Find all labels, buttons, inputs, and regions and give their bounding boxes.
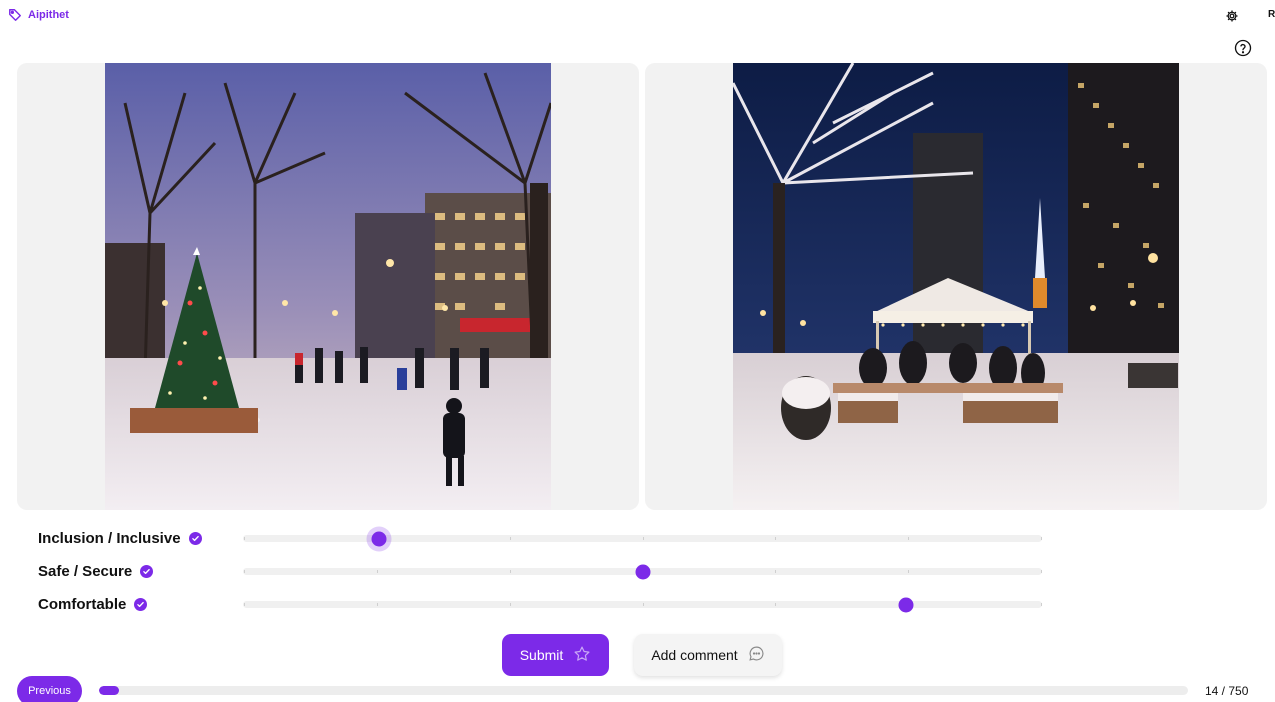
slider-tick [244, 603, 245, 606]
slider-tick [775, 603, 777, 606]
slider-comfortable[interactable] [243, 597, 1042, 612]
slider-tick [775, 570, 777, 573]
slider-tick [509, 570, 511, 573]
submit-label: Submit [519, 647, 564, 663]
submit-button[interactable]: Submit [502, 634, 609, 676]
criterion-comfortable: Comfortable [38, 596, 148, 613]
add-comment-label: Add comment [651, 647, 738, 663]
help-circle-icon[interactable] [1234, 39, 1252, 57]
slider-tick [908, 537, 910, 540]
slider-tick [509, 603, 511, 606]
brand-name: Aipithet [28, 9, 69, 21]
user-avatar-initial[interactable]: R [1268, 9, 1275, 20]
winter-plaza-tent-image [733, 63, 1179, 510]
slider-thumb[interactable] [635, 564, 650, 579]
winter-park-skating-image [105, 63, 551, 510]
slider-tick [642, 537, 644, 540]
slider-thumb[interactable] [898, 597, 914, 612]
check-circle-icon [134, 598, 148, 611]
tag-icon [8, 8, 22, 22]
image-option-left[interactable] [17, 63, 639, 510]
brand[interactable]: Aipithet [8, 8, 69, 22]
slider-thumb[interactable] [371, 531, 387, 546]
gear-icon[interactable] [1224, 8, 1240, 24]
slider-tick [244, 570, 245, 573]
slider-inclusion[interactable] [243, 531, 1042, 546]
slider-tick [376, 570, 378, 573]
slider-tick [775, 537, 777, 540]
check-circle-icon [188, 532, 202, 545]
annotation-page: Aipithet R Inclusion / Inclusive Safe / … [0, 0, 1275, 702]
slider-tick [509, 537, 511, 540]
comment-icon [748, 645, 765, 665]
slider-tick [642, 603, 644, 606]
check-circle-icon [140, 565, 154, 578]
progress-counter: 14 / 750 [1205, 684, 1249, 698]
slider-tick [376, 603, 378, 606]
slider-tick [1041, 570, 1042, 573]
criterion-label: Safe / Secure [38, 563, 133, 580]
slider-tick [1041, 537, 1042, 540]
criterion-inclusion: Inclusion / Inclusive [38, 530, 202, 547]
slider-tick [908, 570, 910, 573]
add-comment-button[interactable]: Add comment [634, 634, 782, 676]
star-icon [573, 645, 591, 666]
progress-bar [99, 686, 1188, 695]
progress-fill [99, 686, 120, 695]
slider-safe[interactable] [243, 564, 1042, 579]
criterion-label: Comfortable [38, 596, 127, 613]
previous-button[interactable]: Previous [17, 676, 82, 702]
slider-tick [1041, 603, 1042, 606]
image-option-right[interactable] [645, 63, 1267, 510]
criterion-label: Inclusion / Inclusive [38, 530, 181, 547]
criterion-safe: Safe / Secure [38, 563, 154, 580]
slider-tick [244, 537, 245, 540]
